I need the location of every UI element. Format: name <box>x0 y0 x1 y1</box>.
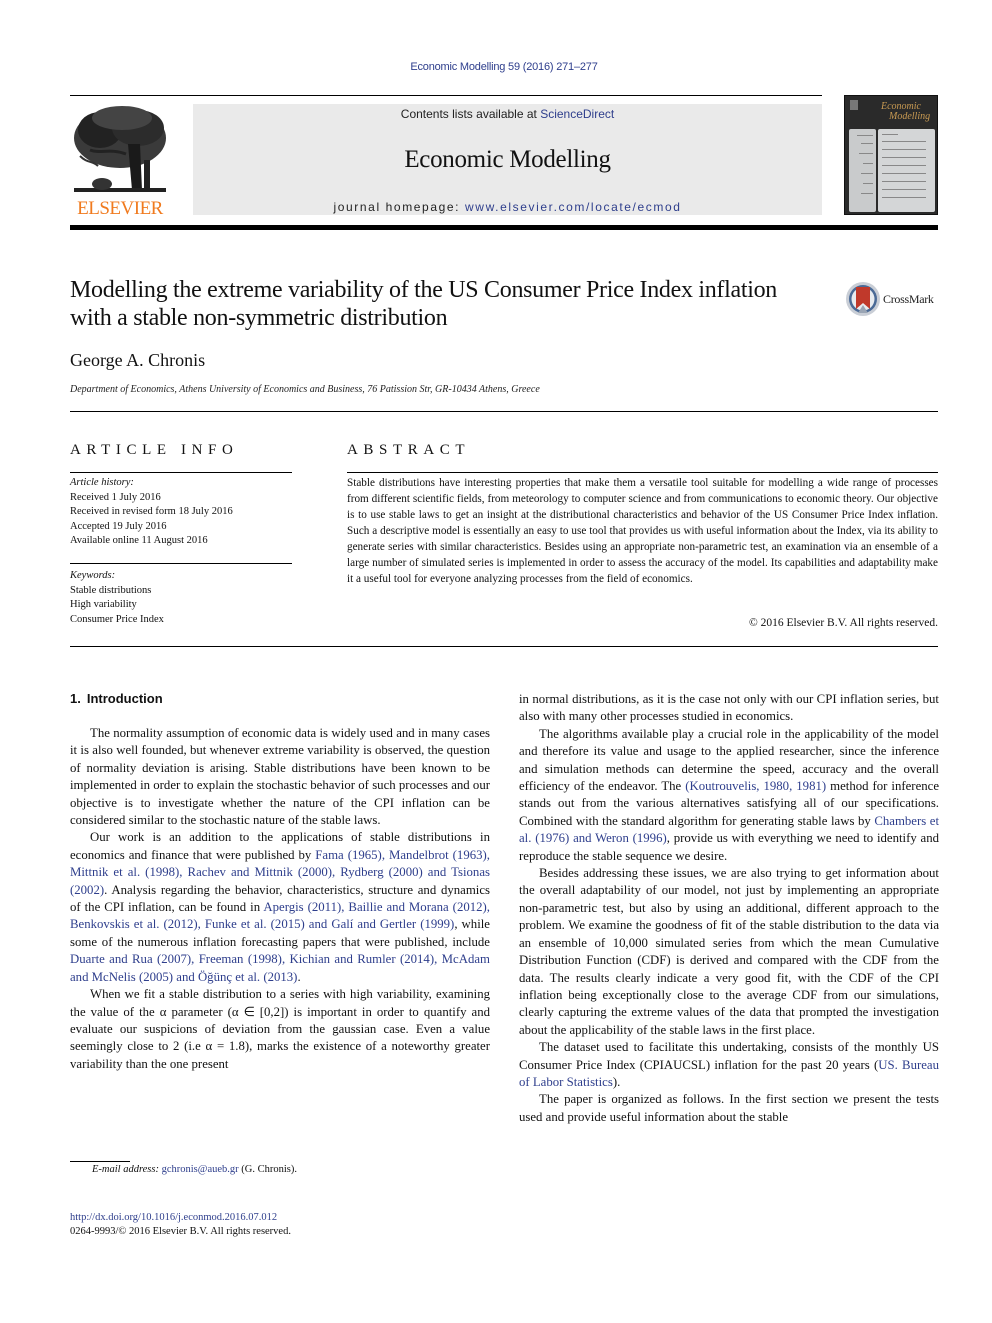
footnote-email: E-mail address: gchronis@aueb.gr (G. Chr… <box>92 1164 297 1175</box>
divider <box>70 646 938 647</box>
crossmark-button[interactable]: CrossMark <box>845 281 940 319</box>
keywords-label: Keywords: <box>70 570 116 581</box>
contents-prefix: Contents lists available at <box>400 107 541 121</box>
keyword-item: Stable distributions <box>70 584 152 596</box>
divider <box>347 472 938 473</box>
divider <box>70 563 292 564</box>
section-heading-introduction: 1. Introduction <box>70 691 163 706</box>
divider <box>70 472 292 473</box>
header-top-rule <box>70 95 822 96</box>
paragraph: When we fit a stable distribution to a s… <box>70 987 490 1071</box>
keyword-item: Consumer Price Index <box>70 613 164 625</box>
body-column-right: in normal distributions, as it is the ca… <box>519 691 939 1126</box>
paragraph: Our work is an addition to the applicati… <box>70 829 490 986</box>
citation-link[interactable]: Duarte and Rua (2007), Freeman (1998), K… <box>70 952 490 983</box>
homepage-link[interactable]: www.elsevier.com/locate/ecmod <box>465 200 681 214</box>
journal-banner: Contents lists available at ScienceDirec… <box>193 104 822 215</box>
paragraph: The dataset used to facilitate this unde… <box>519 1039 939 1091</box>
paragraph-text: ). <box>612 1074 621 1089</box>
divider <box>70 411 938 412</box>
elsevier-tree-icon <box>74 106 166 192</box>
body-column-left: The normality assumption of economic dat… <box>70 725 490 1073</box>
citation-link[interactable]: (Koutrouvelis, 1980, 1981) <box>685 779 826 793</box>
history-label: Article history: <box>70 477 134 488</box>
journal-cover-thumbnail[interactable]: Economic Modelling <box>844 95 938 215</box>
email-link[interactable]: gchronis@aueb.gr <box>162 1164 239 1175</box>
cover-title: Economic Modelling <box>881 102 930 122</box>
paragraph: Besides addressing these issues, we are … <box>519 866 939 1037</box>
issn-copyright: 0264-9993/© 2016 Elsevier B.V. All right… <box>70 1226 291 1237</box>
cover-left-panel <box>849 129 876 212</box>
footnote-rule <box>70 1161 130 1162</box>
paragraph-text: . <box>297 969 301 984</box>
section-number: 1. <box>70 691 81 706</box>
keyword-item: High variability <box>70 599 137 610</box>
crossmark-icon <box>846 282 880 316</box>
history-item: Accepted 19 July 2016 <box>70 520 167 532</box>
paragraph: The paper is organized as follows. In th… <box>519 1092 939 1124</box>
elsevier-logo[interactable]: ELSEVIER <box>70 104 170 219</box>
paragraph: The normality assumption of economic dat… <box>70 726 490 828</box>
history-item: Received in revised form 18 July 2016 <box>70 506 233 517</box>
email-label: E-mail address: <box>92 1164 159 1175</box>
cover-publisher-logo <box>850 100 858 110</box>
sciencedirect-link[interactable]: ScienceDirect <box>540 107 614 121</box>
journal-title: Economic Modelling <box>404 146 611 173</box>
email-suffix: (G. Chronis). <box>238 1164 297 1175</box>
crossmark-label: CrossMark <box>883 292 934 306</box>
doi-link[interactable]: http://dx.doi.org/10.1016/j.econmod.2016… <box>70 1212 277 1223</box>
cover-title-line: Modelling <box>889 111 931 122</box>
abstract-heading: ABSTRACT <box>347 442 471 458</box>
paragraph: The algorithms available play a crucial … <box>519 726 939 865</box>
section-title: Introduction <box>86 691 163 706</box>
elsevier-wordmark: ELSEVIER <box>77 198 163 219</box>
author-affiliation: Department of Economics, Athens Universi… <box>70 384 540 395</box>
journal-citation-link[interactable]: Economic Modelling 59 (2016) 271–277 <box>0 61 992 73</box>
history-item: Received 1 July 2016 <box>70 491 161 503</box>
article-info-heading: ARTICLE INFO <box>70 442 239 458</box>
cover-right-panel <box>878 129 935 212</box>
abstract-copyright: © 2016 Elsevier B.V. All rights reserved… <box>749 617 938 629</box>
journal-homepage: journal homepage: www.elsevier.com/locat… <box>193 200 822 214</box>
author-name: George A. Chronis <box>70 350 206 370</box>
contents-availability: Contents lists available at ScienceDirec… <box>193 107 822 121</box>
article-history: Article history: Received 1 July 2016 Re… <box>70 476 292 549</box>
paragraph-text: The dataset used to facilitate this unde… <box>519 1040 939 1072</box>
abstract-text: Stable distributions have interesting pr… <box>347 477 938 585</box>
header-bottom-rule <box>70 225 938 230</box>
paragraph: in normal distributions, as it is the ca… <box>519 692 939 724</box>
keywords: Keywords: Stable distributions High vari… <box>70 569 292 627</box>
article-title: Modelling the extreme variability of the… <box>70 277 777 331</box>
homepage-prefix: journal homepage: <box>333 200 466 214</box>
history-item: Available online 11 August 2016 <box>70 535 208 546</box>
